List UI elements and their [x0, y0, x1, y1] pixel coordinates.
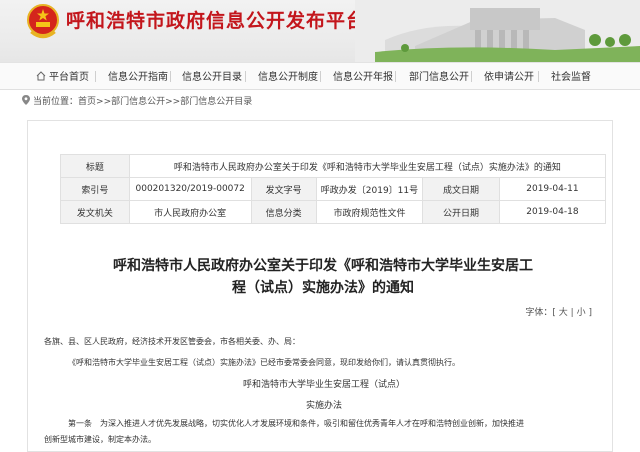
- site-header: 呼和浩特市政府信息公开发布平台: [0, 0, 640, 62]
- meta-title-value: 呼和浩特市人民政府办公室关于印发《呼和浩特市大学毕业生安居工程（试点）实施办法》…: [128, 154, 607, 178]
- table-row: 标题 呼和浩特市人民政府办公室关于印发《呼和浩特市大学毕业生安居工程（试点）实施…: [60, 154, 607, 178]
- main-nav: 平台首页 信息公开指南 信息公开目录 信息公开制度 信息公开年报 部门信息公开 …: [0, 62, 640, 90]
- body-subtitle-2: 实施办法: [305, 401, 342, 411]
- nav-divider: [471, 71, 472, 82]
- meta-created-value: 2019-04-11: [498, 177, 607, 201]
- table-row: 索引号 000201320/2019-00072 发文字号 呼政办发〔2019〕…: [60, 177, 607, 201]
- meta-issuer-label: 发文机关: [60, 200, 130, 224]
- font-size-sep: |: [570, 308, 574, 318]
- location-pin-icon: [22, 95, 30, 105]
- document-title: 呼和浩特市人民政府办公室关于印发《呼和浩特市大学毕业生安居工 程（试点）实施办法…: [68, 255, 578, 299]
- font-size-large-button[interactable]: 大: [559, 308, 568, 318]
- nav-divider: [395, 71, 396, 82]
- content-panel: 标题 呼和浩特市人民政府办公室关于印发《呼和浩特市大学毕业生安居工程（试点）实施…: [27, 120, 613, 452]
- body-subtitle: 呼和浩特市大学毕业生安居工程（试点）: [242, 380, 405, 390]
- breadcrumb-prefix: 当前位置：: [33, 97, 79, 107]
- meta-docno-value: 呼政办发〔2019〕11号: [315, 177, 424, 201]
- nav-divider: [245, 71, 246, 82]
- nav-guide[interactable]: 信息公开指南: [108, 68, 168, 83]
- font-size-label: 字体：[: [525, 308, 556, 318]
- nav-department[interactable]: 部门信息公开: [409, 68, 469, 83]
- nav-system[interactable]: 信息公开制度: [258, 68, 318, 83]
- nav-catalog[interactable]: 信息公开目录: [182, 68, 242, 83]
- nav-divider: [320, 71, 321, 82]
- breadcrumb-home[interactable]: 首页: [78, 97, 96, 107]
- body-greeting: 各旗、县、区人民政府，经济技术开发区管委会，市各相关委、办、局：: [44, 337, 300, 346]
- document-title-line2: 程（试点）实施办法》的通知: [232, 280, 414, 296]
- meta-publish-value: 2019-04-18: [498, 200, 607, 224]
- home-icon: [36, 71, 46, 81]
- site-title: 呼和浩特市政府信息公开发布平台: [66, 10, 367, 32]
- font-size-control: 字体：[ 大 | 小 ]: [525, 305, 592, 318]
- font-size-small-button[interactable]: 小: [577, 308, 586, 318]
- meta-docno-label: 发文字号: [250, 177, 317, 201]
- nav-divider: [95, 71, 96, 82]
- nav-divider: [170, 71, 171, 82]
- breadcrumb-catalog[interactable]: 部门信息公开目录: [180, 97, 252, 107]
- meta-publish-label: 公开日期: [422, 200, 500, 224]
- meta-issuer-value: 市人民政府办公室: [128, 200, 252, 224]
- breadcrumb-sep: >>: [96, 97, 112, 107]
- breadcrumb-department[interactable]: 部门信息公开: [111, 97, 165, 107]
- breadcrumb: 当前位置：首页>>部门信息公开>>部门信息公开目录: [22, 94, 252, 107]
- breadcrumb-sep: >>: [165, 97, 181, 107]
- meta-category-label: 信息分类: [250, 200, 317, 224]
- nav-home[interactable]: 平台首页: [36, 68, 89, 83]
- body-paragraph: 《呼和浩特市大学毕业生安居工程（试点）实施办法》已经市委常委会同意，现印发给你们…: [68, 358, 460, 367]
- meta-index-label: 索引号: [60, 177, 130, 201]
- font-size-close: ]: [588, 308, 592, 318]
- building-illustration: [355, 0, 640, 62]
- nav-supervision[interactable]: 社会监督: [551, 68, 591, 83]
- meta-created-label: 成文日期: [422, 177, 500, 201]
- national-emblem-icon: [27, 4, 59, 39]
- nav-apply[interactable]: 依申请公开: [484, 68, 534, 83]
- nav-divider: [538, 71, 539, 82]
- nav-home-label: 平台首页: [49, 72, 89, 83]
- table-row: 发文机关 市人民政府办公室 信息分类 市政府规范性文件 公开日期 2019-04…: [60, 200, 607, 224]
- body-article-1: 第一条 为深入推进人才优先发展战略，切实优化人才发展环境和条件，吸引和留住优秀青…: [68, 419, 524, 428]
- meta-title-label: 标题: [60, 154, 130, 178]
- meta-category-value: 市政府规范性文件: [315, 200, 424, 224]
- metadata-table: 标题 呼和浩特市人民政府办公室关于印发《呼和浩特市大学毕业生安居工程（试点）实施…: [60, 154, 607, 224]
- nav-annual-report[interactable]: 信息公开年报: [333, 68, 393, 83]
- document-title-line1: 呼和浩特市人民政府办公室关于印发《呼和浩特市大学毕业生安居工: [113, 258, 533, 274]
- meta-index-value: 000201320/2019-00072: [128, 177, 252, 201]
